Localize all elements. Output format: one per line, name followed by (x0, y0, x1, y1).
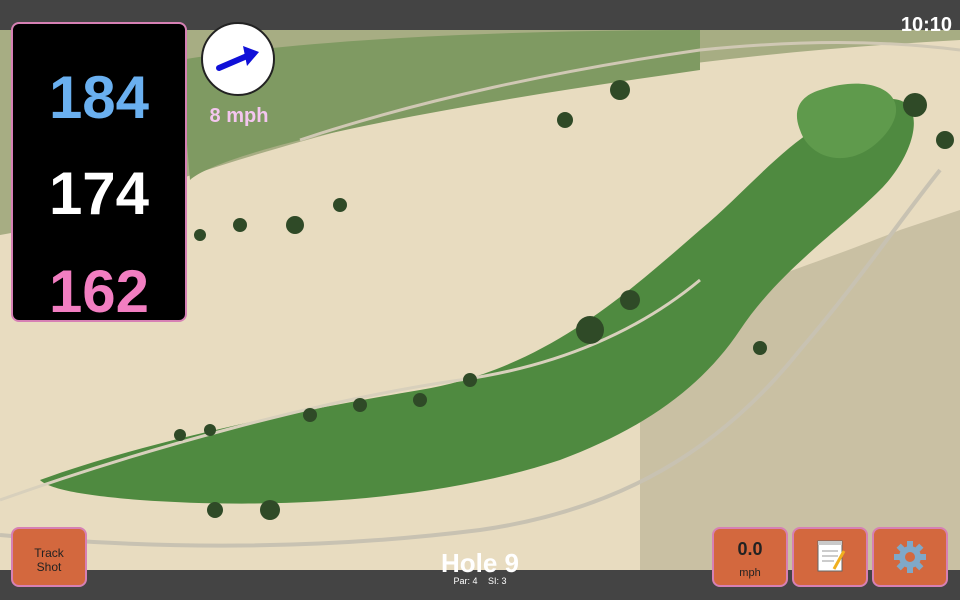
speed-value: 0.0 (737, 539, 763, 559)
hole-stroke-index: SI: 3 (488, 576, 507, 586)
speed-unit: mph (739, 567, 761, 579)
hole-title: Hole 9 (440, 548, 520, 578)
wind-speed: 8 mph (209, 105, 269, 127)
distance-panel: 184 174 162 (11, 22, 187, 322)
track-shot-label-line2: Shot (36, 560, 62, 574)
wind-indicator (201, 22, 275, 96)
distance-back: 184 (48, 64, 150, 131)
gear-icon (894, 541, 926, 573)
track-shot-label-line1: Track (34, 546, 64, 560)
distance-middle: 174 (48, 160, 150, 227)
clock: 10:10 (900, 14, 952, 36)
settings-button[interactable] (872, 527, 948, 587)
track-shot-button[interactable]: Track Shot (11, 527, 87, 587)
speed-button[interactable]: 0.0 mph (712, 527, 788, 587)
hole-par: Par: 4 (453, 576, 478, 586)
distance-front: 162 (48, 258, 150, 325)
notes-button[interactable] (792, 527, 868, 587)
wind-direction-arrow-icon (216, 46, 259, 71)
hole-info: Par: 4 SI: 3 (380, 576, 580, 586)
notepad-icon (817, 540, 846, 572)
